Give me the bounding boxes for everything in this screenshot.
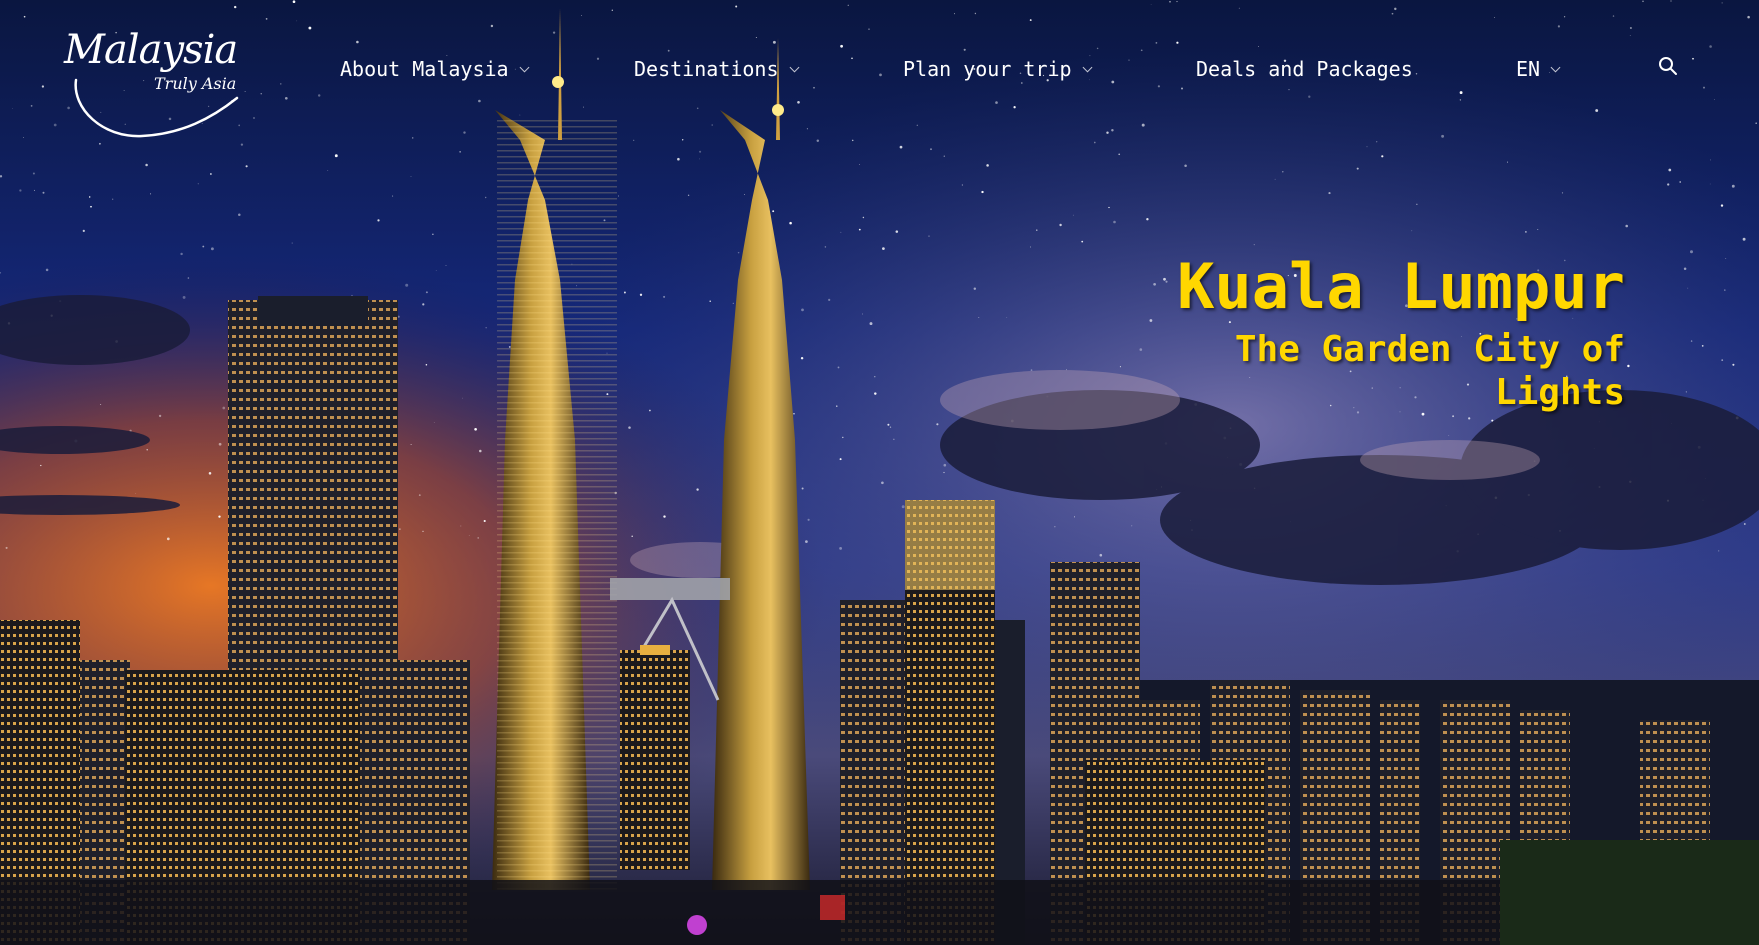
logo-tagline: Truly Asia [154, 74, 237, 93]
nav-item-about-malaysia[interactable]: About Malaysia [340, 56, 530, 82]
nav-item-plan-your-trip[interactable]: Plan your trip [903, 56, 1093, 82]
nav-item-deals-and-packages[interactable]: Deals and Packages [1196, 56, 1413, 82]
nav-label-plan-your-trip: Plan your trip [903, 57, 1072, 81]
malaysia-truly-asia-logo[interactable]: Malaysia Truly Asia [62, 28, 262, 138]
nav-label-about-malaysia: About Malaysia [340, 57, 509, 81]
chevron-down-icon [789, 62, 799, 73]
nav-label-destinations: Destinations [634, 57, 779, 81]
search-icon[interactable] [1656, 54, 1680, 78]
hero-section: Malaysia Truly Asia About Malaysia Desti… [0, 0, 1759, 945]
logo-swoosh-icon [74, 78, 239, 138]
hero-subtitle: The Garden City of Lights [1234, 329, 1625, 413]
nav-label-deals-and-packages: Deals and Packages [1196, 57, 1413, 81]
hero-title: Kuala Lumpur [1177, 250, 1625, 323]
chevron-down-icon [1082, 62, 1093, 73]
hero-background-image [0, 0, 1759, 945]
nav-item-destinations[interactable]: Destinations [634, 56, 799, 82]
language-selector[interactable]: EN [1516, 56, 1561, 82]
hero-caption: Kuala Lumpur The Garden City of Lights [1177, 252, 1625, 414]
chevron-down-icon [1550, 62, 1561, 73]
main-navigation: Malaysia Truly Asia About Malaysia Desti… [0, 0, 1759, 140]
chevron-down-icon [519, 62, 530, 73]
language-label: EN [1516, 57, 1541, 81]
